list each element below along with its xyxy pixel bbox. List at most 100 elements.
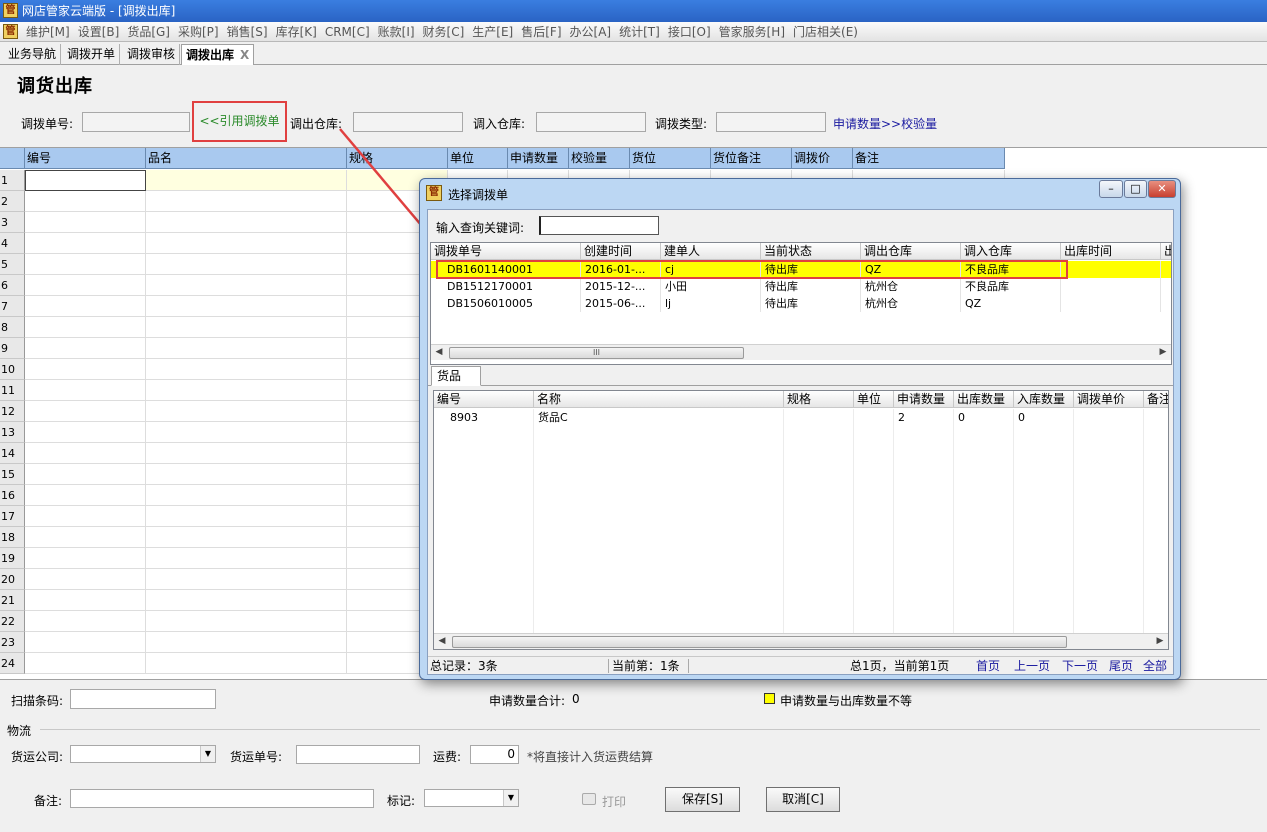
- tab-items[interactable]: 货品: [431, 366, 481, 386]
- menu-item[interactable]: 设置[B]: [74, 22, 124, 42]
- grid-cell[interactable]: [146, 632, 347, 653]
- grid-cell[interactable]: [146, 611, 347, 632]
- next-page-link[interactable]: 下一页: [1062, 657, 1098, 675]
- item-cell-unit[interactable]: [854, 409, 894, 426]
- grid-cell[interactable]: [25, 338, 146, 359]
- col-header[interactable]: 建单人: [661, 243, 761, 260]
- scroll-right-icon[interactable]: ▶: [1155, 345, 1171, 361]
- col-header[interactable]: 编号: [434, 391, 534, 408]
- reference-transfer-button[interactable]: <<引用调拨单: [192, 101, 287, 142]
- grid-cell[interactable]: [146, 464, 347, 485]
- row-number[interactable]: 14: [0, 443, 25, 464]
- mark-select[interactable]: ▼: [424, 789, 519, 807]
- col-header[interactable]: 备注: [853, 148, 1005, 169]
- col-header[interactable]: 创建时间: [581, 243, 661, 260]
- minimize-icon[interactable]: –: [1099, 180, 1123, 198]
- cancel-button[interactable]: 取消[C]: [766, 787, 840, 812]
- col-header[interactable]: 品名: [146, 148, 347, 169]
- col-header[interactable]: 调拨单号: [431, 243, 581, 260]
- col-header[interactable]: 调入仓库: [961, 243, 1061, 260]
- grid-cell[interactable]: [146, 548, 347, 569]
- grid-cell[interactable]: [146, 380, 347, 401]
- row-number[interactable]: 24: [0, 653, 25, 674]
- menu-item[interactable]: 货品[G]: [123, 22, 174, 42]
- grid-cell[interactable]: [25, 527, 146, 548]
- row-number[interactable]: 5: [0, 254, 25, 275]
- check-qty-link[interactable]: 申请数量>>校验量: [833, 115, 937, 132]
- row-number[interactable]: 4: [0, 233, 25, 254]
- menu-item[interactable]: 生产[E]: [468, 22, 517, 42]
- print-button[interactable]: 打印: [602, 793, 626, 810]
- tab-close-icon[interactable]: X: [240, 48, 249, 62]
- row-number[interactable]: 12: [0, 401, 25, 422]
- menu-item[interactable]: 销售[S]: [223, 22, 272, 42]
- grid-cell[interactable]: [146, 254, 347, 275]
- grid-cell[interactable]: [25, 317, 146, 338]
- col-header[interactable]: 编号: [25, 148, 146, 169]
- grid-cell[interactable]: [146, 653, 347, 674]
- row-number[interactable]: 10: [0, 359, 25, 380]
- col-header[interactable]: 货位备注: [711, 148, 792, 169]
- menu-item[interactable]: 接口[O]: [664, 22, 715, 42]
- col-header[interactable]: 单位: [448, 148, 508, 169]
- grid-cell[interactable]: [146, 296, 347, 317]
- grid-cell[interactable]: [25, 275, 146, 296]
- tab-transfer-out[interactable]: 调拨出库 X: [181, 44, 255, 65]
- order-no-field[interactable]: [82, 112, 190, 132]
- grid-cell[interactable]: [146, 275, 347, 296]
- order-row[interactable]: DB1506010005 2015-06-... lj 待出库 杭州仓 QZ: [431, 295, 1171, 312]
- grid-cell[interactable]: [146, 401, 347, 422]
- row-number[interactable]: 18: [0, 527, 25, 548]
- scroll-thumb[interactable]: III: [449, 347, 744, 359]
- scroll-left-icon[interactable]: ◀: [431, 345, 447, 361]
- items-hscrollbar[interactable]: ◀ ▶: [434, 633, 1168, 649]
- out-warehouse-field[interactable]: [353, 112, 463, 132]
- row-number[interactable]: 16: [0, 485, 25, 506]
- item-cell-in[interactable]: 0: [1014, 409, 1074, 426]
- grid-cell[interactable]: [146, 569, 347, 590]
- last-page-link[interactable]: 尾页: [1109, 657, 1133, 675]
- menu-item[interactable]: 账款[I]: [374, 22, 419, 42]
- tab-transfer-open[interactable]: 调拨开单: [63, 44, 121, 65]
- grid-cell[interactable]: [25, 632, 146, 653]
- col-header[interactable]: 单位: [854, 391, 894, 408]
- row-number[interactable]: 3: [0, 212, 25, 233]
- row-number[interactable]: 2: [0, 191, 25, 212]
- item-cell-no[interactable]: 8903: [434, 409, 534, 426]
- menu-item[interactable]: 门店相关(E): [789, 22, 862, 42]
- col-header[interactable]: 入库数量: [1014, 391, 1074, 408]
- col-header[interactable]: 申请数量: [894, 391, 954, 408]
- row-number[interactable]: 20: [0, 569, 25, 590]
- row-number[interactable]: 6: [0, 275, 25, 296]
- col-header[interactable]: 备注: [1144, 391, 1168, 408]
- row-number[interactable]: 8: [0, 317, 25, 338]
- tab-transfer-review[interactable]: 调拨审核: [123, 44, 181, 65]
- search-input[interactable]: [539, 216, 659, 235]
- close-icon[interactable]: ✕: [1148, 180, 1176, 198]
- grid-cell[interactable]: [25, 569, 146, 590]
- item-cell-name[interactable]: 货品C: [534, 409, 784, 426]
- grid-cell[interactable]: [146, 338, 347, 359]
- col-header[interactable]: 规格: [784, 391, 854, 408]
- menu-item[interactable]: 统计[T]: [615, 22, 664, 42]
- scroll-right-icon[interactable]: ▶: [1152, 634, 1168, 649]
- grid-cell[interactable]: [25, 296, 146, 317]
- menu-item[interactable]: 财务[C]: [419, 22, 469, 42]
- col-header[interactable]: 出库时间: [1061, 243, 1161, 260]
- row-number[interactable]: 9: [0, 338, 25, 359]
- col-header[interactable]: 申请数量: [508, 148, 569, 169]
- grid-cell[interactable]: [146, 506, 347, 527]
- grid-cell[interactable]: [25, 233, 146, 254]
- maximize-icon[interactable]: □: [1124, 180, 1147, 198]
- grid-cell[interactable]: [146, 359, 347, 380]
- grid-cell[interactable]: [25, 254, 146, 275]
- grid-cell[interactable]: [25, 611, 146, 632]
- remark-input[interactable]: [70, 789, 374, 808]
- col-header[interactable]: 规格: [347, 148, 448, 169]
- item-cell-out[interactable]: 0: [954, 409, 1014, 426]
- col-header[interactable]: 调出仓库: [861, 243, 961, 260]
- col-header[interactable]: 调拨单价: [1074, 391, 1144, 408]
- in-warehouse-field[interactable]: [536, 112, 646, 132]
- grid-cell[interactable]: [146, 527, 347, 548]
- col-header[interactable]: 调拨价: [792, 148, 853, 169]
